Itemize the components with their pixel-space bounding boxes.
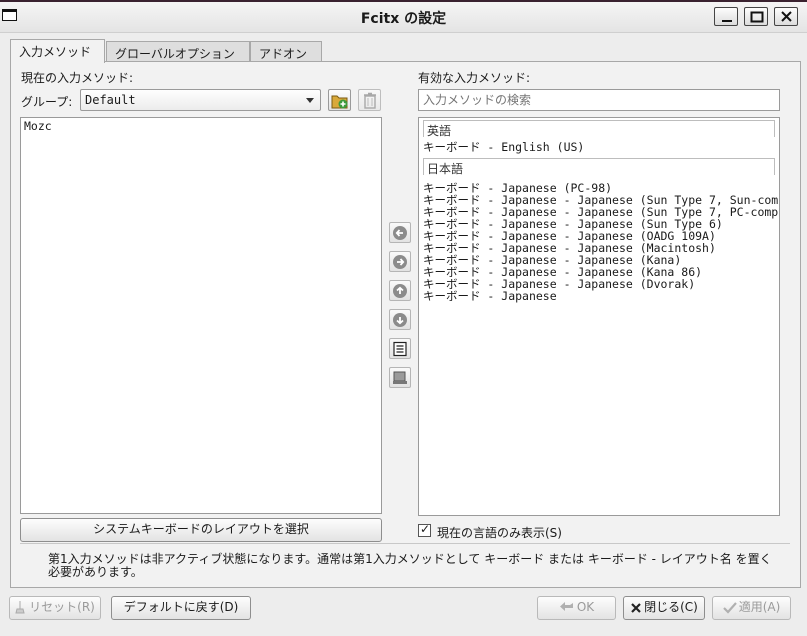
group-header-english: 英語 bbox=[423, 120, 775, 138]
current-input-method-list[interactable]: Mozc bbox=[20, 117, 382, 514]
close-window-button[interactable] bbox=[774, 7, 798, 26]
list-item[interactable]: キーボード - English (US) bbox=[419, 141, 779, 153]
broom-icon bbox=[15, 601, 25, 614]
available-input-method-list[interactable]: 英語 キーボード - English (US) 日本語 キーボード - Japa… bbox=[418, 117, 780, 516]
list-item[interactable]: キーボード - Japanese bbox=[423, 290, 779, 302]
group-combobox-value: Default bbox=[85, 93, 136, 107]
group-combobox[interactable]: Default bbox=[80, 89, 321, 111]
ok-button[interactable]: OK bbox=[537, 596, 616, 620]
keyboard-layout-button[interactable] bbox=[389, 367, 411, 388]
select-system-layout-button[interactable]: システムキーボードのレイアウトを選択 bbox=[20, 518, 382, 542]
close-button[interactable]: 閉じる(C) bbox=[623, 596, 705, 620]
move-left-button[interactable] bbox=[389, 222, 411, 243]
reset-button[interactable]: リセット(R) bbox=[9, 596, 101, 620]
close-icon bbox=[781, 11, 792, 22]
check-icon bbox=[722, 602, 737, 614]
search-input-method-field[interactable] bbox=[418, 89, 780, 111]
keyboard-icon bbox=[393, 371, 407, 384]
apply-button[interactable]: 適用(A) bbox=[712, 596, 791, 620]
arrow-up-icon bbox=[393, 284, 407, 298]
configure-button[interactable] bbox=[389, 338, 411, 359]
add-group-button[interactable] bbox=[328, 89, 351, 111]
only-current-language-label[interactable]: 現在の言語のみ表示(S) bbox=[437, 524, 562, 541]
group-label: グループ: bbox=[21, 95, 73, 109]
arrow-right-icon bbox=[393, 255, 407, 269]
move-up-button[interactable] bbox=[389, 280, 411, 301]
available-input-methods-label: 有効な入力メソッド: bbox=[418, 71, 531, 85]
arrow-down-icon bbox=[393, 313, 407, 327]
tab-input-method[interactable]: 入力メソッド bbox=[10, 39, 105, 63]
trash-icon bbox=[364, 92, 376, 109]
maximize-button[interactable] bbox=[744, 7, 768, 26]
only-current-language-checkbox[interactable] bbox=[418, 522, 431, 537]
info-text: 第1入力メソッドは非アクティブ状態になります。通常は第1入力メソッドとして キー… bbox=[48, 552, 772, 579]
folder-add-icon bbox=[331, 95, 348, 109]
window-title: Fcitx の設定 bbox=[360, 11, 447, 27]
ok-arrow-icon bbox=[559, 602, 573, 611]
reset-button-label: リセット(R) bbox=[29, 600, 95, 614]
delete-group-button[interactable] bbox=[358, 89, 381, 111]
minimize-icon bbox=[722, 20, 732, 22]
configure-icon bbox=[393, 341, 407, 357]
current-input-methods-label: 現在の入力メソッド: bbox=[21, 71, 134, 85]
list-item[interactable]: Mozc bbox=[21, 118, 381, 132]
close-button-label: 閉じる(C) bbox=[644, 600, 698, 614]
group-header-japanese: 日本語 bbox=[423, 158, 775, 176]
arrow-left-icon bbox=[393, 226, 407, 240]
restore-default-button[interactable]: デフォルトに戻す(D) bbox=[111, 596, 251, 620]
minimize-button[interactable] bbox=[714, 7, 738, 26]
move-down-button[interactable] bbox=[389, 309, 411, 330]
maximize-icon bbox=[750, 11, 764, 23]
apply-button-label: 適用(A) bbox=[738, 600, 781, 614]
tab-addons[interactable]: アドオン bbox=[250, 41, 322, 62]
close-icon bbox=[631, 603, 641, 613]
title-bar[interactable]: Fcitx の設定 bbox=[0, 0, 807, 33]
chevron-down-icon bbox=[306, 98, 314, 103]
move-right-button[interactable] bbox=[389, 251, 411, 272]
ok-button-label: OK bbox=[576, 600, 595, 614]
tab-global-options[interactable]: グローバルオプション bbox=[106, 41, 250, 62]
